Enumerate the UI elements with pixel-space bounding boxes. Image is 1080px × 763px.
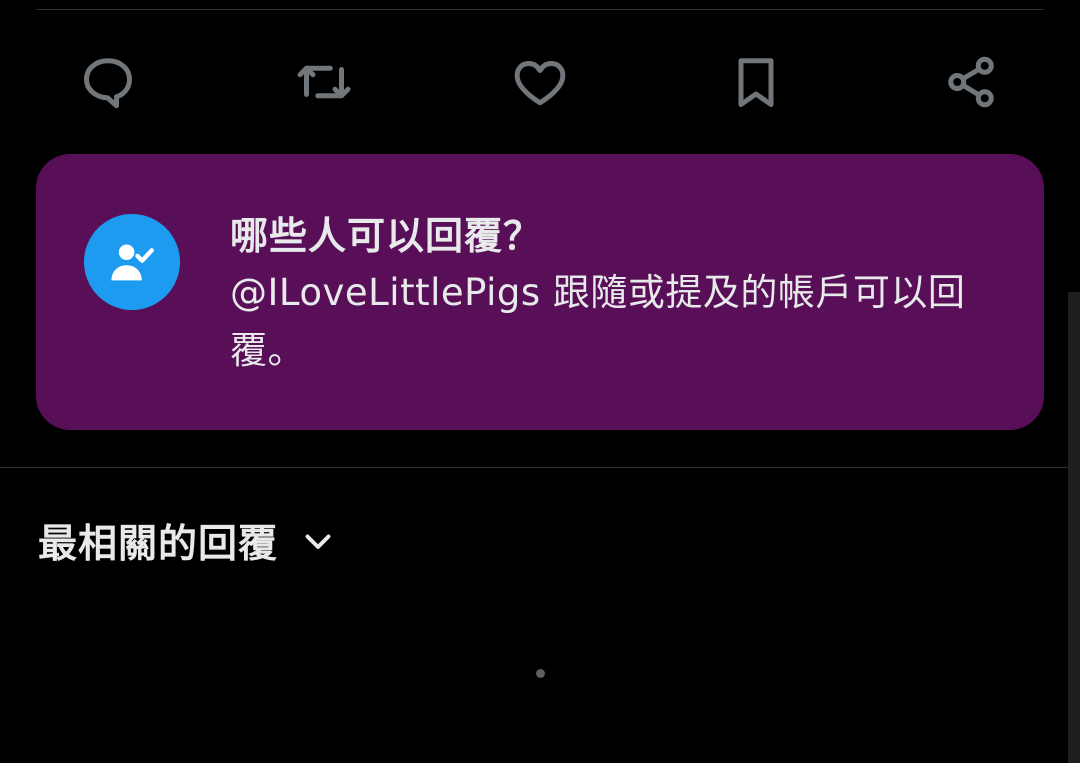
repost-button[interactable] [290, 48, 358, 116]
repost-arrows-icon [297, 65, 351, 99]
user-check-icon [84, 214, 180, 310]
heart-icon [514, 61, 566, 106]
comment-bubble-icon [84, 58, 132, 109]
bookmark-button[interactable] [722, 48, 790, 116]
scrollbar[interactable] [1068, 292, 1080, 763]
reply-restriction-body: @ILoveLittlePigs 跟隨或提及的帳戶可以回覆。 [230, 271, 966, 372]
replies-sort-dropdown[interactable]: 最相關的回覆 [38, 512, 336, 570]
top-divider [36, 9, 1044, 10]
share-button[interactable] [937, 48, 1005, 116]
section-divider [0, 467, 1080, 468]
bookmark-icon [738, 58, 774, 107]
loading-indicator [536, 669, 545, 678]
replies-sort-label: 最相關的回覆 [38, 522, 279, 567]
reply-restriction-text: 哪些人可以回覆？ @ILoveLittlePigs 跟隨或提及的帳戶可以回覆。 [230, 208, 1000, 380]
share-nodes-icon [948, 56, 994, 108]
chevron-down-icon [300, 523, 336, 559]
like-button[interactable] [506, 48, 574, 116]
reply-restriction-card: 哪些人可以回覆？ @ILoveLittlePigs 跟隨或提及的帳戶可以回覆。 [36, 154, 1044, 430]
tweet-action-bar [0, 48, 1080, 116]
reply-button[interactable] [74, 48, 142, 116]
reply-restriction-title: 哪些人可以回覆？ [230, 214, 543, 258]
